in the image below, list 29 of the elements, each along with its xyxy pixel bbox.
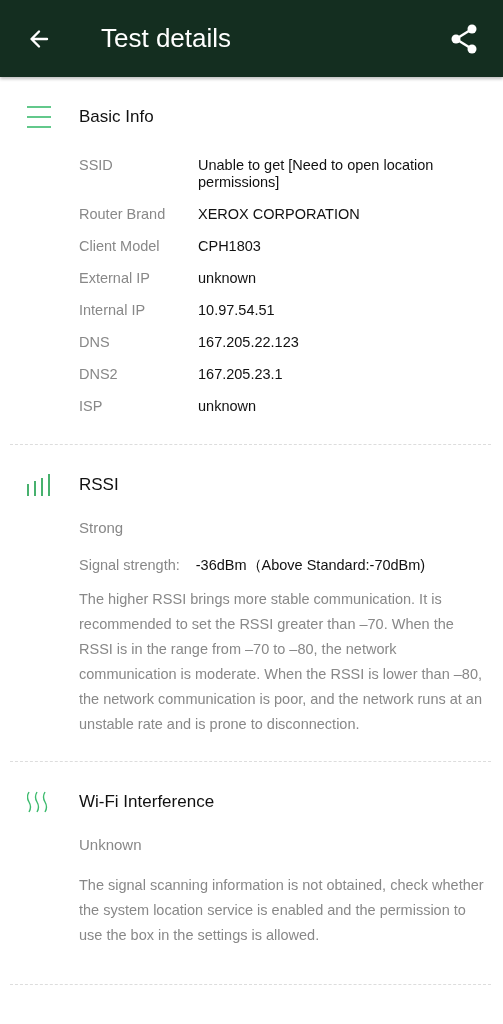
field-value: Unable to get [Need to open location permissions]: [198, 157, 435, 191]
field-label: Signal strength:: [79, 557, 180, 573]
field-label: Client Model: [79, 238, 161, 255]
section-title: Basic Info: [79, 107, 154, 127]
field-label: External IP: [79, 270, 151, 287]
field-value: 10.97.54.51: [198, 302, 276, 319]
field-value: unknown: [198, 398, 258, 415]
description-text: The signal scanning information is not obtained, check whether the system location service is enabled and the permission to use the box in the settings is allowed.: [79, 876, 485, 945]
screen-title: Test details: [101, 23, 233, 54]
field-label: Router Brand: [79, 206, 167, 223]
field-label: Internal IP: [79, 302, 147, 319]
menu-lines-icon: [27, 106, 51, 128]
field-value: 167.205.22.123: [198, 334, 300, 351]
section-title: Wi-Fi Interference: [79, 792, 215, 812]
field-label: DNS2: [79, 366, 119, 383]
field-label: SSID: [79, 157, 114, 175]
section-title: RSSI: [79, 475, 119, 495]
field-value: XEROX CORPORATION: [198, 206, 361, 223]
status-text: Strong: [79, 519, 125, 536]
share-icon[interactable]: [450, 23, 478, 54]
field-label: ISP: [79, 398, 104, 415]
field-value: CPH1803: [198, 238, 262, 255]
status-text: Unknown: [79, 836, 143, 853]
field-label: DNS: [79, 334, 111, 351]
description-text: The higher RSSI brings more stable communication. It is recommended to set the RSSI greater than –70. When the RSSI is in the range from –70 to –80, the network communication is moderate. When the RSSI is lower than –80, the network communication is poor, and the network runs at an unstable rate and is prone to disconnection.: [79, 590, 483, 734]
field-value: 167.205.23.1: [198, 366, 284, 383]
field-value: unknown: [198, 270, 258, 287]
signal-bars-icon: [27, 474, 51, 496]
field-value: -36dBm（Above Standard:-70dBm): [195, 557, 426, 573]
